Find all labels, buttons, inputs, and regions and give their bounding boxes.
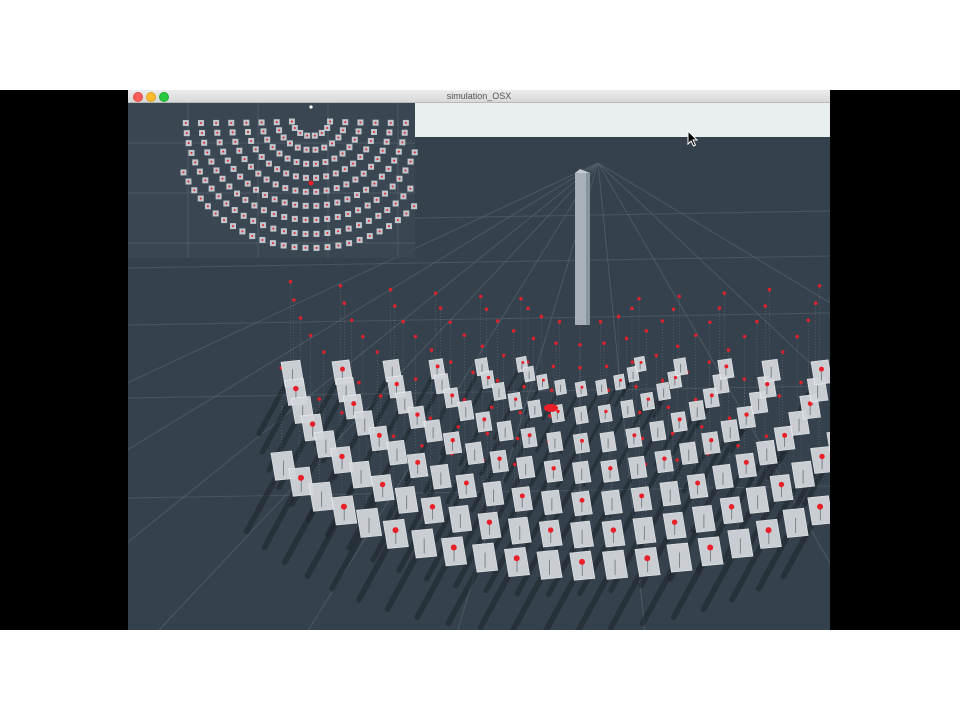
receiver-tower (575, 169, 590, 325)
minimap-sun-icon (309, 105, 313, 109)
window-title: simulation_OSX (446, 91, 512, 101)
sky-strip (415, 103, 830, 137)
minimap-tower-icon (308, 180, 314, 186)
app-window: simulation_OSX (128, 90, 830, 630)
scene-viewport[interactable] (128, 103, 830, 630)
minimap-view[interactable] (128, 103, 418, 258)
title-bar[interactable]: simulation_OSX (128, 90, 830, 103)
